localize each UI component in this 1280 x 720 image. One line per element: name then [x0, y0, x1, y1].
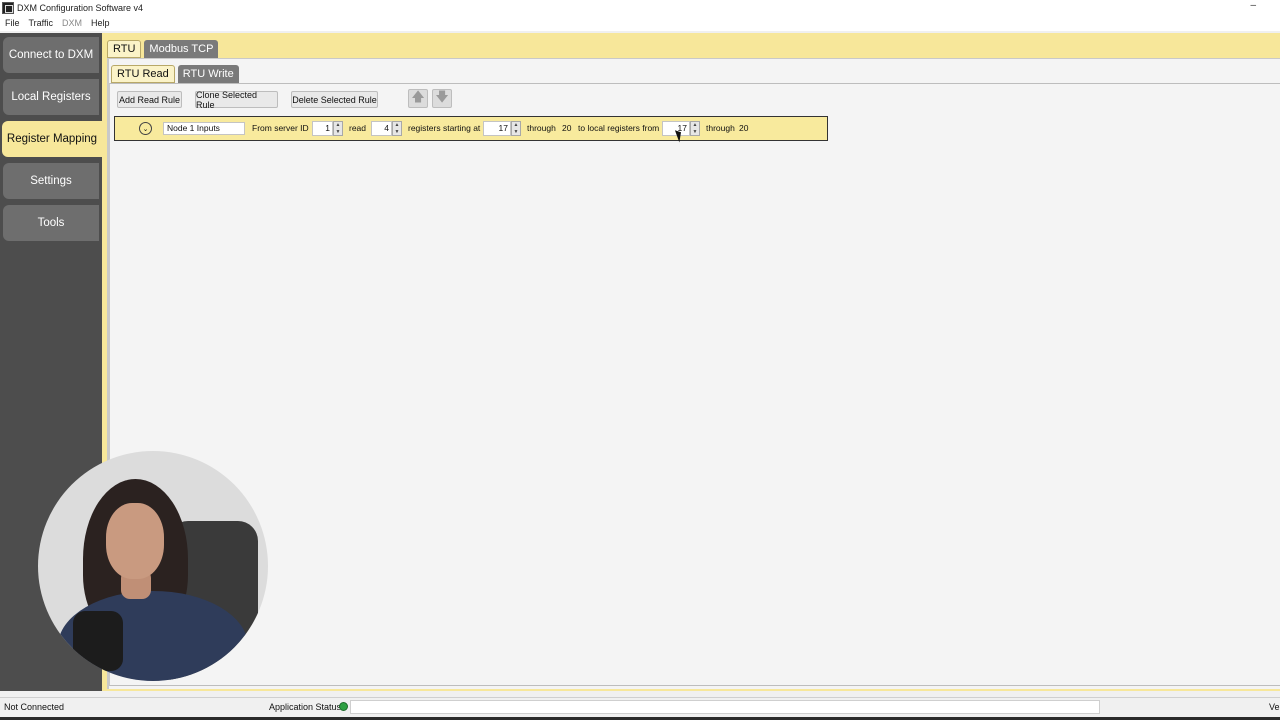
outer-tabs: RTU Modbus TCP: [107, 40, 221, 58]
minimize-button[interactable]: –: [1250, 0, 1256, 11]
menu-dxm[interactable]: DXM: [62, 18, 82, 28]
application-status-field: [350, 700, 1100, 714]
app-icon: [2, 1, 14, 14]
sidebar-item-connect-to-dxm[interactable]: Connect to DXM: [3, 37, 99, 73]
from-server-label: From server ID: [252, 123, 309, 133]
sidebar-item-tools[interactable]: Tools: [3, 205, 99, 241]
clone-selected-rule-button[interactable]: Clone Selected Rule: [195, 90, 278, 110]
menu-traffic[interactable]: Traffic: [29, 18, 54, 28]
menu-help[interactable]: Help: [91, 18, 110, 28]
tab-rtu[interactable]: RTU: [107, 40, 142, 58]
sidebar-item-register-mapping[interactable]: Register Mapping: [2, 121, 102, 157]
start-register-stepper[interactable]: 17 ▲ ▼: [483, 121, 521, 136]
local-through-label: through: [706, 123, 735, 133]
version-label: Ve: [1269, 702, 1280, 712]
webcam-overlay: [38, 451, 268, 681]
sidebar-item-local-registers[interactable]: Local Registers: [3, 79, 99, 115]
webcam-microphone: [73, 611, 123, 671]
tab-modbus-tcp[interactable]: Modbus TCP: [144, 40, 219, 58]
server-id-stepper[interactable]: 1 ▲ ▼: [312, 121, 343, 136]
registers-starting-label: registers starting at: [408, 123, 481, 133]
inner-tab-panel: [109, 83, 1280, 686]
title-bar: DXM Configuration Software v4 –: [0, 0, 1280, 15]
spin-down-icon[interactable]: ▼: [691, 129, 699, 136]
register-count-value[interactable]: 4: [371, 121, 392, 136]
start-register-value[interactable]: 17: [483, 121, 511, 136]
status-led-icon: [339, 702, 348, 711]
read-label: read: [349, 123, 367, 133]
expand-chevron-icon[interactable]: ⌄: [139, 122, 152, 135]
read-rule-row[interactable]: ⌄ Node 1 Inputs From server ID 1 ▲ ▼ read…: [114, 116, 828, 141]
to-local-registers-label: to local registers from: [578, 123, 660, 133]
delete-selected-rule-button[interactable]: Delete Selected Rule: [291, 91, 378, 108]
add-read-rule-button[interactable]: Add Read Rule: [117, 91, 182, 108]
inner-tabs: RTU Read RTU Write: [111, 65, 242, 83]
move-up-icon[interactable]: 🡅: [408, 89, 428, 108]
sidebar-item-settings[interactable]: Settings: [3, 163, 99, 199]
through-label: through: [527, 123, 556, 133]
menu-bar: File Traffic DXM Help: [0, 15, 1280, 31]
spin-down-icon[interactable]: ▼: [512, 129, 520, 136]
local-end-value: 20: [739, 123, 749, 133]
webcam-face: [106, 503, 164, 579]
server-id-value[interactable]: 1: [312, 121, 333, 136]
tab-rtu-read[interactable]: RTU Read: [111, 65, 175, 83]
move-down-icon[interactable]: 🡇: [432, 89, 452, 108]
tab-rtu-write[interactable]: RTU Write: [177, 65, 239, 83]
status-bar: Not Connected Application Status Ve: [0, 697, 1280, 717]
application-status-label: Application Status: [269, 702, 342, 712]
end-register-value: 20: [562, 123, 572, 133]
window-title: DXM Configuration Software v4: [17, 2, 144, 13]
register-count-stepper[interactable]: 4 ▲ ▼: [371, 121, 402, 136]
rule-name-field[interactable]: Node 1 Inputs: [163, 122, 245, 135]
spin-down-icon[interactable]: ▼: [393, 129, 401, 136]
connection-status: Not Connected: [4, 702, 65, 712]
menu-file[interactable]: File: [5, 18, 20, 28]
spin-down-icon[interactable]: ▼: [334, 129, 342, 136]
